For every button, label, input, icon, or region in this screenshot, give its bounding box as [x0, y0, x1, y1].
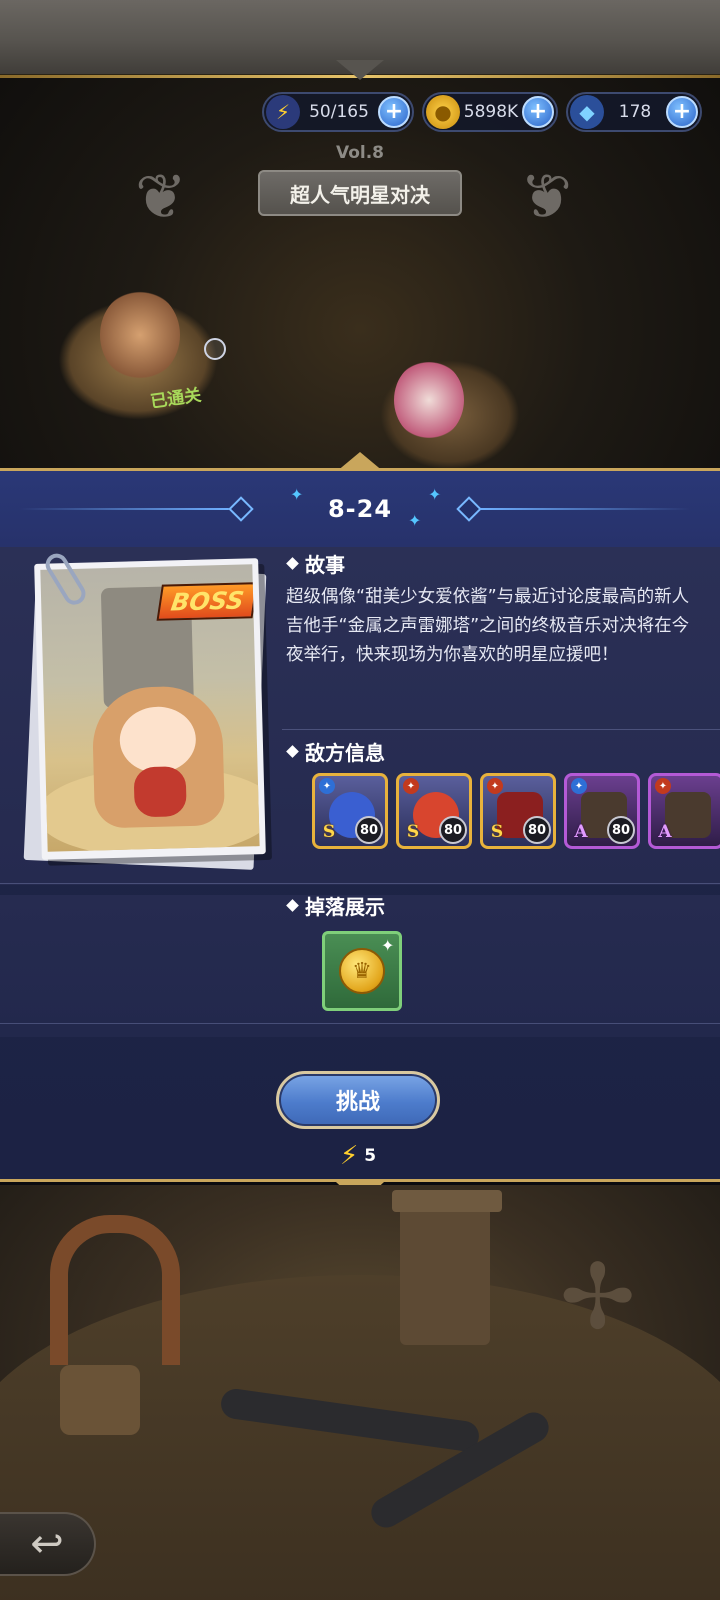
element-icon: ✦	[487, 778, 503, 794]
level-badge: 80	[523, 816, 551, 844]
energy-counter: ⚡ 50/165 +	[262, 92, 414, 132]
enemy-heading-label: 敌方信息	[305, 741, 385, 765]
boss-badge: BOSS	[156, 582, 258, 621]
diamond-icon: ◆	[570, 95, 604, 129]
add-energy-button[interactable]: +	[378, 96, 410, 128]
enemy-heading: 敌方信息	[286, 737, 385, 766]
sparkle-icon: ✦	[290, 485, 304, 504]
laurel-right-icon: ❦	[520, 160, 572, 233]
windmill-icon: ✢	[560, 1245, 636, 1350]
energy-cost: ⚡ 5	[340, 1141, 376, 1171]
bubble-icon	[204, 338, 226, 360]
divider	[0, 1023, 720, 1024]
drop-item-gold[interactable]: ♛ ✦	[322, 931, 402, 1011]
enemy-list: ✦ S 80 ✦ S 80 ✦ S 80 ✦ A 80 ✦ A	[312, 773, 720, 851]
tower-landmark	[400, 1205, 490, 1345]
back-button[interactable]: ↩	[0, 1512, 96, 1576]
laurel-left-icon: ❦	[135, 160, 187, 233]
challenge-button[interactable]: 挑战	[276, 1071, 440, 1129]
story-heading-label: 故事	[305, 553, 345, 577]
boss-body	[133, 766, 187, 818]
drop-heading: 掉落展示	[286, 891, 385, 920]
level-badge: 80	[607, 816, 635, 844]
gem-value: 178	[618, 102, 652, 122]
stage-boss-icon	[394, 360, 464, 440]
rank-badge: S	[406, 822, 420, 842]
enemy-slot-1[interactable]: ✦ S 80	[312, 773, 388, 849]
slingshot-landmark	[50, 1215, 180, 1365]
boss-portrait-card[interactable]: BOSS	[34, 549, 266, 860]
element-icon: ✦	[403, 778, 419, 794]
lightning-icon: ⚡	[266, 95, 300, 129]
diamond-bullet-icon	[286, 557, 299, 570]
gold-coin-icon: ♛	[339, 948, 385, 994]
divider	[0, 883, 720, 884]
enemy-slot-2[interactable]: ✦ S 80	[396, 773, 472, 849]
divider	[282, 729, 720, 730]
boss-portrait: BOSS	[40, 564, 260, 852]
volume-label: Vol.8	[335, 143, 385, 163]
story-heading: 故事	[286, 549, 345, 578]
stage-title-bar: ✦ ✦ ✦ 8-24	[0, 471, 720, 547]
tower-top	[392, 1190, 502, 1212]
add-gold-button[interactable]: +	[522, 96, 554, 128]
story-text: 超级偶像“甜美少女爱依酱”与最近讨论度最高的新人吉他手“金属之声雷娜塔”之间的终…	[286, 587, 690, 665]
town-background: ✢	[0, 1185, 720, 1600]
rank-badge: S	[490, 822, 504, 842]
stump-landmark	[60, 1365, 140, 1435]
enemy-slot-3[interactable]: ✦ S 80	[480, 773, 556, 849]
title-line-left	[20, 508, 230, 510]
stage-character-icon	[100, 290, 180, 380]
element-icon: ✦	[571, 778, 587, 794]
title-diamond-left-icon	[228, 496, 254, 522]
rank-badge: A	[658, 822, 672, 842]
level-badge: 80	[355, 816, 383, 844]
sparkle-icon: ✦	[381, 936, 395, 955]
drop-heading-label: 掉落展示	[305, 895, 385, 919]
stage-info-panel: ✦ ✦ ✦ 8-24 BOSS 故事 超级偶像“甜美少女爱依酱”与最近讨论度最高…	[0, 468, 720, 1182]
sparkle-icon: ✦	[408, 511, 422, 530]
element-icon: ✦	[319, 778, 335, 794]
map-background: ⚡ 50/165 + ● 5898K + ◆ 178 + Vol.8 ❦ ❦ 超…	[0, 0, 720, 470]
rank-badge: A	[574, 822, 588, 842]
sparkle-icon: ✦	[428, 485, 442, 504]
gold-counter: ● 5898K +	[422, 92, 558, 132]
lightning-icon: ⚡	[340, 1141, 359, 1171]
gem-counter: ◆ 178 +	[566, 92, 702, 132]
diamond-bullet-icon	[286, 899, 299, 912]
enemy-slot-5[interactable]: ✦ A	[648, 773, 720, 849]
chapter-title: 超人气明星对决	[258, 170, 462, 216]
energy-value: 50/165	[309, 102, 369, 122]
gold-value: 5898K	[463, 102, 519, 122]
enemy-slot-4[interactable]: ✦ A 80	[564, 773, 640, 849]
rank-badge: S	[322, 822, 336, 842]
diamond-bullet-icon	[286, 745, 299, 758]
add-gems-button[interactable]: +	[666, 96, 698, 128]
back-arrow-icon: ↩	[30, 1521, 64, 1567]
energy-cost-value: 5	[364, 1146, 377, 1166]
stage-number: 8-24	[327, 495, 393, 523]
title-line-right	[480, 508, 690, 510]
element-icon: ✦	[655, 778, 671, 794]
title-diamond-right-icon	[456, 496, 482, 522]
level-badge: 80	[439, 816, 467, 844]
gold-coin-icon: ●	[426, 95, 460, 129]
